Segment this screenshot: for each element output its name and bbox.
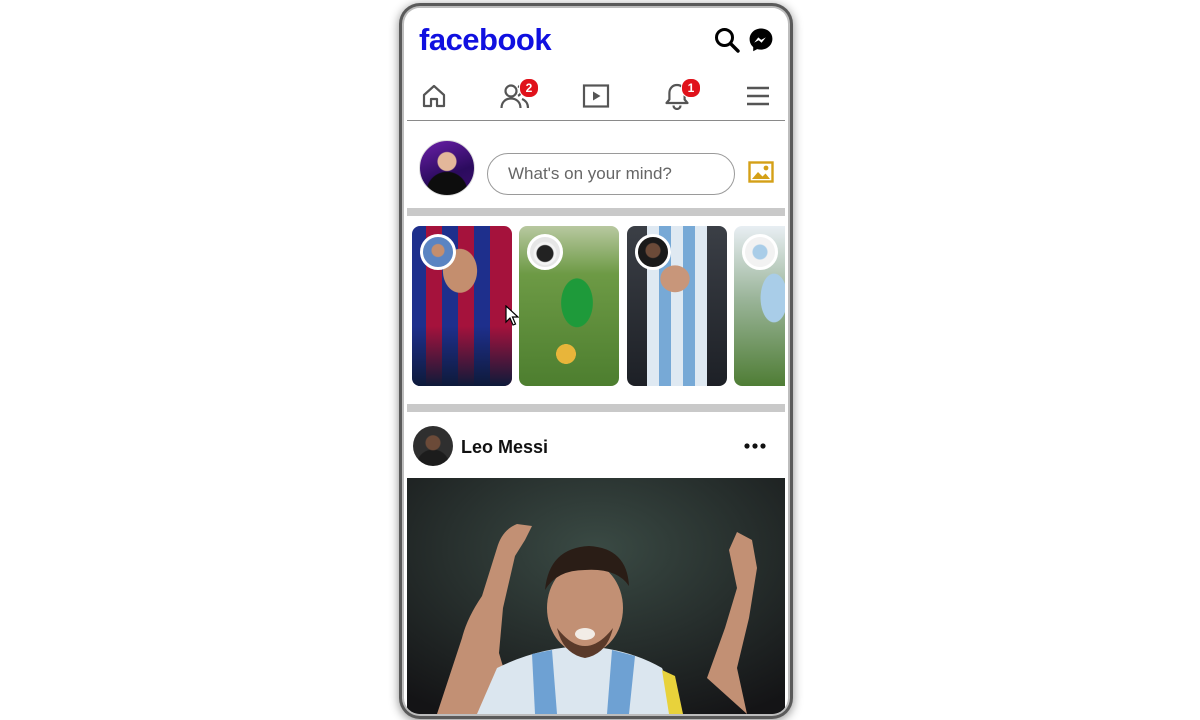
story-avatar-4 [742, 234, 778, 270]
phone-frame: facebook 2 1 What's on your mind? Leo Me… [404, 8, 788, 714]
my-avatar[interactable] [419, 140, 475, 196]
story-avatar-2 [527, 234, 563, 270]
story-card-4[interactable] [734, 226, 785, 386]
story-avatar-1 [420, 234, 456, 270]
hamburger-icon [747, 86, 769, 106]
video-icon [582, 84, 610, 108]
top-bar: facebook [407, 8, 785, 70]
home-icon [422, 84, 446, 108]
section-divider [407, 208, 785, 216]
post-author-name[interactable]: Leo Messi [461, 437, 548, 458]
section-divider [407, 404, 785, 412]
more-dots-icon[interactable] [739, 434, 771, 458]
post-header: Leo Messi [407, 420, 785, 478]
post-composer: What's on your mind? [407, 128, 785, 210]
main-nav: 2 1 [407, 72, 785, 121]
photo-icon[interactable] [748, 161, 774, 188]
friends-badge: 2 [519, 78, 539, 98]
story-card-3[interactable] [627, 226, 727, 386]
nav-notifications[interactable]: 1 [654, 72, 701, 120]
search-icon[interactable] [713, 26, 741, 54]
app-screen: facebook 2 1 What's on your mind? Leo Me… [407, 8, 785, 714]
facebook-logo[interactable]: facebook [419, 22, 552, 58]
mouse-cursor-icon [505, 305, 519, 326]
nav-menu[interactable] [735, 72, 781, 120]
story-card-2[interactable] [519, 226, 619, 386]
story-avatar-3 [635, 234, 671, 270]
stories-strip[interactable] [407, 226, 785, 394]
story-card-1[interactable] [412, 226, 512, 386]
whats-on-your-mind-input[interactable]: What's on your mind? [487, 153, 735, 195]
nav-watch[interactable] [573, 72, 619, 120]
post-author-avatar[interactable] [413, 426, 453, 466]
nav-friends[interactable]: 2 [492, 72, 539, 120]
post-photo [407, 478, 785, 714]
post-image[interactable] [407, 478, 785, 714]
notifications-badge: 1 [681, 78, 701, 98]
nav-home[interactable] [411, 72, 457, 120]
messenger-icon[interactable] [747, 26, 775, 54]
